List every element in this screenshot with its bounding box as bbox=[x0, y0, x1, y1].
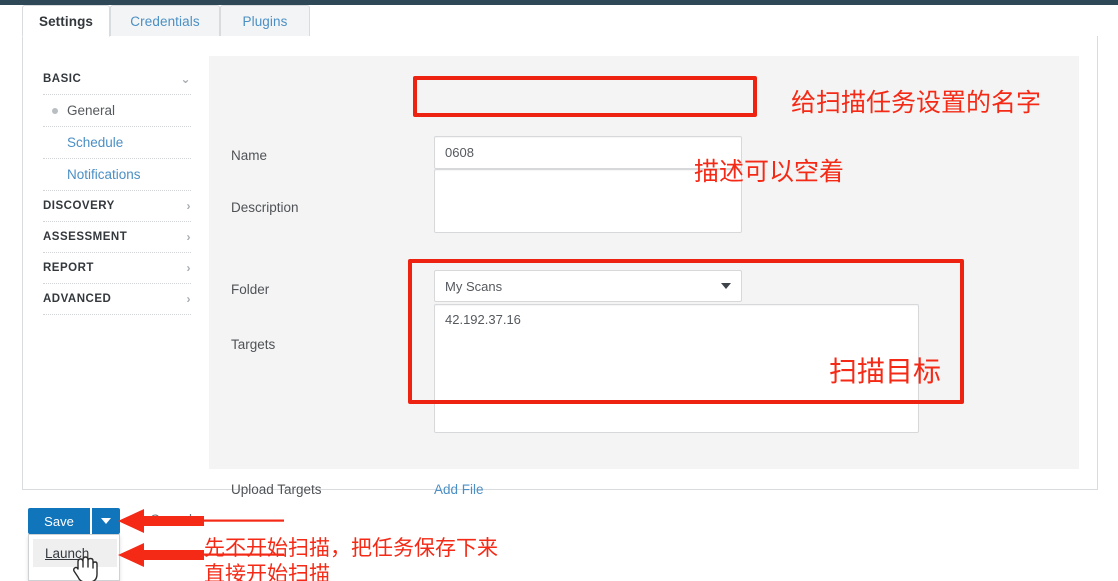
folder-label: Folder bbox=[231, 282, 270, 297]
sidebar-item-general-label: General bbox=[67, 103, 116, 118]
tab-credentials[interactable]: Credentials bbox=[110, 5, 220, 37]
tab-settings[interactable]: Settings bbox=[22, 5, 110, 37]
tab-plugins-label: Plugins bbox=[242, 13, 288, 29]
annotation-text-description: 描述可以空着 bbox=[694, 157, 845, 186]
mouse-cursor-icon bbox=[73, 556, 98, 581]
sidebar-group-assessment-label: ASSESSMENT bbox=[43, 231, 128, 243]
sidebar-group-assessment[interactable]: ASSESSMENT › bbox=[43, 222, 191, 253]
sidebar-item-notifications[interactable]: Notifications bbox=[43, 159, 191, 191]
tab-strip: Settings Credentials Plugins bbox=[22, 5, 1098, 37]
sidebar-item-notifications-label: Notifications bbox=[67, 167, 141, 182]
targets-label: Targets bbox=[231, 337, 276, 352]
tab-settings-label: Settings bbox=[38, 13, 94, 29]
sidebar-group-advanced[interactable]: ADVANCED › bbox=[43, 284, 191, 315]
caret-down-icon bbox=[101, 518, 111, 524]
sidebar-item-general[interactable]: General bbox=[43, 95, 191, 127]
save-button-label: Save bbox=[44, 513, 74, 529]
tab-plugins[interactable]: Plugins bbox=[220, 5, 310, 37]
sidebar-group-report-label: REPORT bbox=[43, 262, 94, 274]
save-button[interactable]: Save bbox=[28, 508, 90, 534]
name-label: Name bbox=[231, 148, 268, 163]
chevron-right-icon: › bbox=[186, 261, 191, 275]
upload-targets-label: Upload Targets bbox=[231, 482, 322, 497]
chevron-down-icon: ⌄ bbox=[180, 72, 191, 86]
annotation-text-targets: 扫描目标 bbox=[829, 355, 942, 388]
sidebar-group-discovery[interactable]: DISCOVERY › bbox=[43, 191, 191, 222]
sidebar-group-report[interactable]: REPORT › bbox=[43, 253, 191, 284]
chevron-right-icon: › bbox=[186, 199, 191, 213]
tab-credentials-label: Credentials bbox=[130, 13, 200, 29]
chevron-right-icon: › bbox=[186, 230, 191, 244]
scan-configuration-page: Settings Credentials Plugins BASIC ⌄ Gen… bbox=[0, 0, 1118, 581]
annotation-text-name: 给扫描任务设置的名字 bbox=[791, 88, 1042, 117]
sidebar-group-basic[interactable]: BASIC ⌄ bbox=[43, 64, 191, 95]
sidebar-group-discovery-label: DISCOVERY bbox=[43, 200, 115, 212]
save-dropdown-toggle[interactable] bbox=[92, 508, 120, 534]
settings-sidebar: BASIC ⌄ General Schedule Notifications D… bbox=[43, 64, 191, 315]
sidebar-item-schedule-label: Schedule bbox=[67, 135, 124, 150]
annotation-text-launch: 直接开始扫描 bbox=[204, 562, 330, 581]
sidebar-group-basic-label: BASIC bbox=[43, 73, 82, 85]
annotation-box-name bbox=[413, 76, 757, 117]
sidebar-group-advanced-label: ADVANCED bbox=[43, 293, 112, 305]
chevron-right-icon: › bbox=[186, 292, 191, 306]
description-label: Description bbox=[231, 200, 299, 215]
sidebar-item-schedule[interactable]: Schedule bbox=[43, 127, 191, 159]
add-file-link[interactable]: Add File bbox=[434, 482, 484, 497]
